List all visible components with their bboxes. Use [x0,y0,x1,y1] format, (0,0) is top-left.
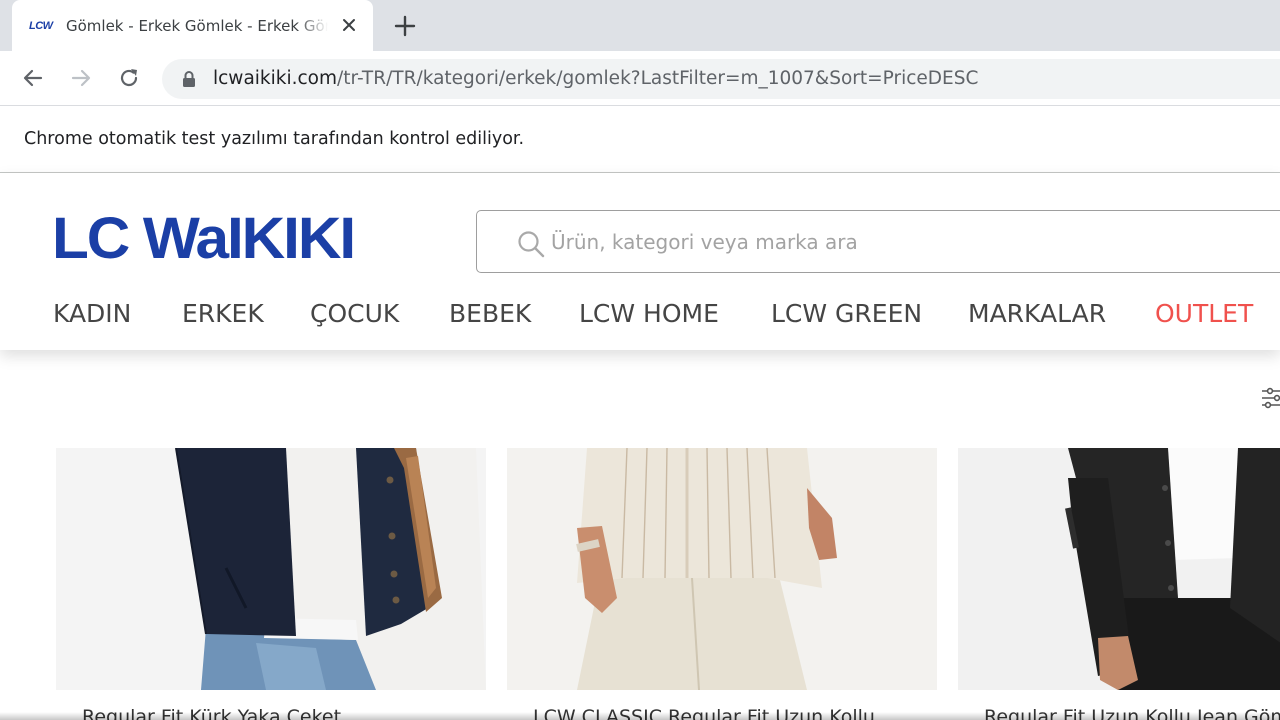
product-card[interactable]: Regular Fit Uzun Kollu Jean Gömlek [958,448,1280,720]
product-card[interactable]: LCW CLASSIC Regular Fit Uzun Kollu [507,448,937,720]
back-icon[interactable] [21,66,45,90]
search-icon[interactable] [517,230,545,258]
browser-tab[interactable]: LCW Gömlek - Erkek Gömlek - Erkek Gömlek… [12,0,373,51]
nav-item-erkek[interactable]: ERKEK [182,299,264,328]
filter-sliders-icon[interactable] [1262,387,1280,409]
product-grid: Regular Fit Kürk Yaka Ceket LCW CLASSIC … [0,448,1280,720]
close-tab-icon[interactable] [341,17,357,33]
search-input[interactable] [551,211,1251,272]
product-image[interactable] [958,448,1280,690]
search-box[interactable] [476,210,1280,273]
nav-item-outlet[interactable]: OUTLET [1155,299,1253,328]
tab-strip: LCW Gömlek - Erkek Gömlek - Erkek Gömlek… [0,0,1280,51]
automation-infobar: Chrome otomatik test yazılımı tarafından… [0,106,1280,173]
product-card[interactable]: Regular Fit Kürk Yaka Ceket [56,448,486,720]
nav-item-lcw-green[interactable]: LCW GREEN [771,299,922,328]
main-nav: KADIN ERKEK ÇOCUK BEBEK LCW HOME LCW GRE… [0,299,1280,335]
nav-item-markalar[interactable]: MARKALAR [968,299,1106,328]
address-bar[interactable]: lcwaikiki.com/tr-TR/TR/kategori/erkek/go… [162,59,1280,99]
url-host: lcwaikiki.com [213,68,338,89]
lcw-logo[interactable]: LC WaIKIKI [52,207,356,271]
url-path: /tr-TR/TR/kategori/erkek/gomlek?LastFilt… [337,68,979,89]
forward-icon[interactable] [69,66,93,90]
bottom-edge-shadow [0,712,1280,720]
nav-item-bebek[interactable]: BEBEK [449,299,531,328]
site-header: LC WaIKIKI KADIN ERKEK ÇOCUK BEBEK LCW H… [0,173,1280,350]
browser-toolbar: lcwaikiki.com/tr-TR/TR/kategori/erkek/go… [0,51,1280,106]
reload-icon[interactable] [117,66,141,90]
product-image[interactable] [56,448,486,690]
filter-bar [0,350,1280,448]
infobar-message: Chrome otomatik test yazılımı tarafından… [24,129,525,149]
nav-item-kadin[interactable]: KADIN [53,299,131,328]
nav-item-cocuk[interactable]: ÇOCUK [310,299,399,328]
lock-icon[interactable] [182,70,196,88]
new-tab-icon[interactable] [394,15,416,37]
product-image[interactable] [507,448,937,690]
nav-item-lcw-home[interactable]: LCW HOME [579,299,719,328]
url-text[interactable]: lcwaikiki.com/tr-TR/TR/kategori/erkek/go… [213,68,978,89]
tab-title: Gömlek - Erkek Gömlek - Erkek Gömlek Mod… [66,16,328,35]
lcw-favicon-icon: LCW [29,19,53,32]
